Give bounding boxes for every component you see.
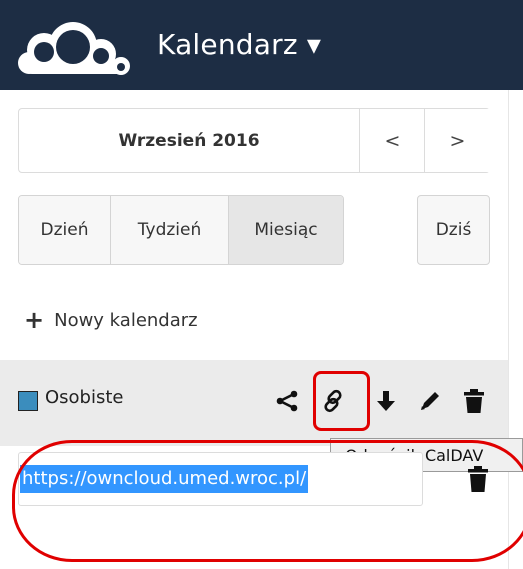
today-button[interactable]: Dziś xyxy=(417,195,490,265)
pencil-icon[interactable] xyxy=(417,386,443,416)
owncloud-logo-icon[interactable] xyxy=(17,16,135,76)
calendar-color-swatch[interactable] xyxy=(18,391,38,411)
app-menu-title[interactable]: Kalendarz ▾ xyxy=(157,28,321,62)
new-calendar-button[interactable]: + Nowy kalendarz xyxy=(24,303,198,337)
current-month-button[interactable]: Wrzesień 2016 xyxy=(19,109,359,172)
share-icon[interactable] xyxy=(274,386,300,416)
url-highlight-ellipse xyxy=(12,440,523,562)
view-switcher: Dzień Tydzień Miesiąc xyxy=(18,195,344,265)
download-icon[interactable] xyxy=(373,386,399,416)
link-highlight-box xyxy=(313,371,370,431)
day-view-button[interactable]: Dzień xyxy=(19,196,111,264)
week-view-button[interactable]: Tydzień xyxy=(111,196,229,264)
date-navigator: Wrzesień 2016 < > xyxy=(18,108,490,173)
app-header: Kalendarz ▾ xyxy=(0,0,523,90)
new-calendar-label: Nowy kalendarz xyxy=(54,309,198,331)
previous-month-button[interactable]: < xyxy=(359,109,425,172)
next-month-button[interactable]: > xyxy=(424,109,490,172)
trash-icon[interactable] xyxy=(461,386,487,416)
calendar-name[interactable]: Osobiste xyxy=(45,387,124,408)
plus-icon: + xyxy=(24,306,45,334)
month-view-button[interactable]: Miesiąc xyxy=(229,196,343,264)
